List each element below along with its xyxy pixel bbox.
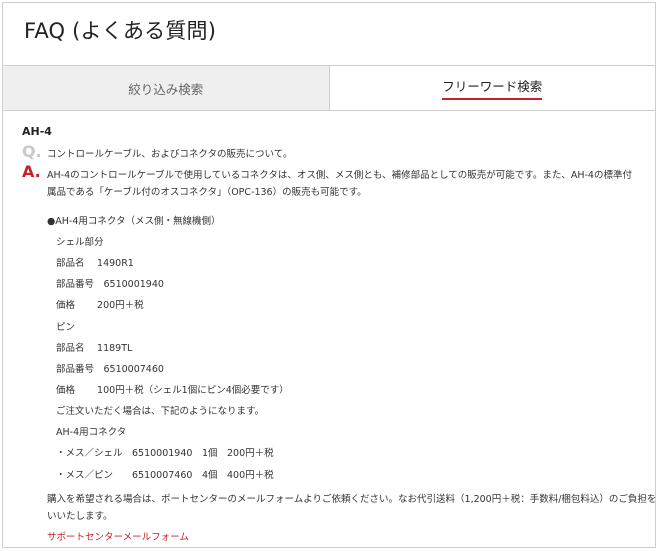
question-mark-icon: Q. bbox=[22, 142, 42, 161]
connector-heading: ●AH-4用コネクタ（メス側・無線機側） bbox=[47, 216, 221, 227]
answer-text: AH-4のコントロールケーブルで使用しているコネクタは、オス側、メス側とも、補修… bbox=[47, 170, 632, 198]
pin-part-name: 部品名 1189TL bbox=[56, 343, 133, 354]
support-mail-form-link[interactable]: サポートセンターメールフォーム bbox=[47, 529, 189, 543]
pin-price: 価格 100円＋税（シェル1個にピン4個必要です） bbox=[56, 385, 289, 396]
page-title: FAQ (よくある質問) bbox=[24, 19, 217, 43]
order-item-shell: ・メス／シェル 6510001940 1個 200円＋税 bbox=[56, 448, 274, 459]
purchase-note-line1: 購入を希望される場合は、ポートセンターのメールフォームよりご依頼ください。なお代… bbox=[47, 494, 656, 505]
purchase-note-line2: いいたします。 bbox=[47, 511, 113, 522]
order-item-pin: ・メス／ピン 6510007460 4個 400円＋税 bbox=[56, 470, 274, 481]
shell-part-number: 部品番号 6510001940 bbox=[56, 279, 164, 290]
faq-category: AH-4 bbox=[22, 125, 52, 138]
shell-part-name: 部品名 1490R1 bbox=[56, 258, 134, 269]
pin-section-label: ピン bbox=[56, 322, 76, 333]
tab-filter-search[interactable]: 絞り込み検索 bbox=[3, 66, 330, 110]
faq-panel: FAQ (よくある質問) 絞り込み検索 フリーワード検索 AH-4 Q. コント… bbox=[2, 2, 656, 548]
order-connector-label: AH-4用コネクタ bbox=[56, 427, 127, 438]
search-tabs: 絞り込み検索 フリーワード検索 bbox=[3, 65, 655, 111]
tab-filter-search-label: 絞り込み検索 bbox=[128, 81, 204, 97]
tab-freeword-search[interactable]: フリーワード検索 bbox=[329, 66, 655, 110]
pin-part-number: 部品番号 6510007460 bbox=[56, 364, 164, 375]
order-note: ご注文いただく場合は、下記のようになります。 bbox=[56, 406, 265, 417]
shell-price: 価格 200円＋税 bbox=[56, 300, 144, 311]
question-text: コントロールケーブル、およびコネクタの販売について。 bbox=[47, 149, 293, 160]
tab-freeword-search-label: フリーワード検索 bbox=[442, 76, 543, 100]
answer-mark-icon: A. bbox=[22, 162, 41, 181]
shell-section-label: シェル部分 bbox=[56, 237, 104, 248]
